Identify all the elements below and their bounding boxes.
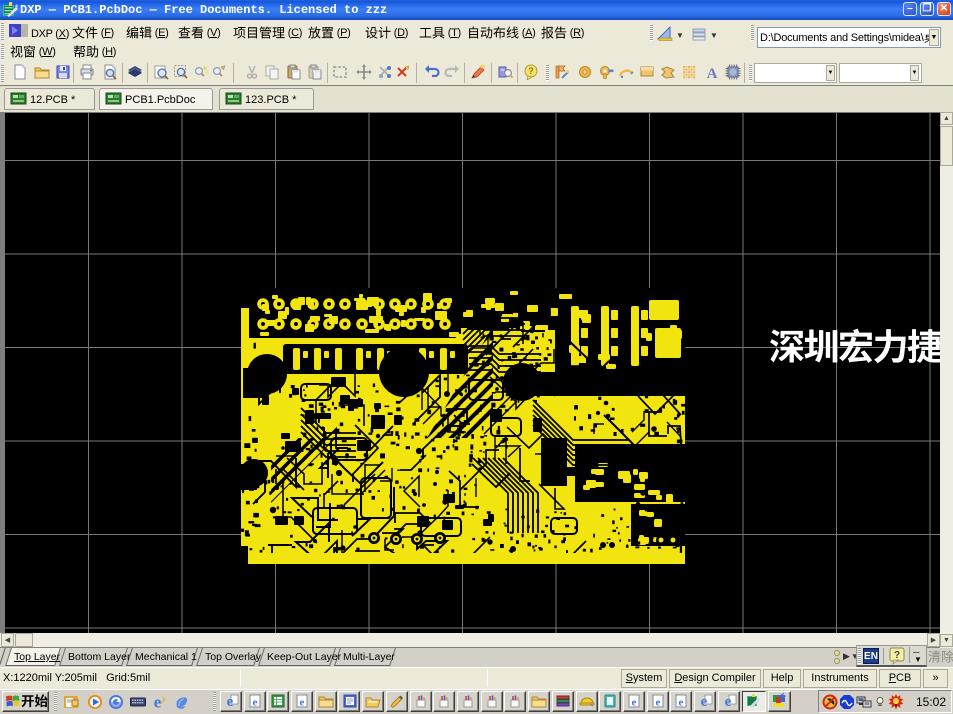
svg-text:e: e <box>724 694 731 709</box>
svg-text:?: ? <box>894 650 900 661</box>
svg-text:e: e <box>252 697 257 709</box>
svg-text:e: e <box>655 697 660 709</box>
svg-text:e: e <box>154 694 162 710</box>
svg-text:e: e <box>679 697 684 709</box>
svg-text:A: A <box>707 66 718 80</box>
svg-text:e: e <box>631 697 636 709</box>
svg-text:e: e <box>300 697 305 709</box>
svg-text:e: e <box>227 694 234 709</box>
svg-text:?: ? <box>528 66 534 76</box>
svg-text:e: e <box>701 694 708 709</box>
